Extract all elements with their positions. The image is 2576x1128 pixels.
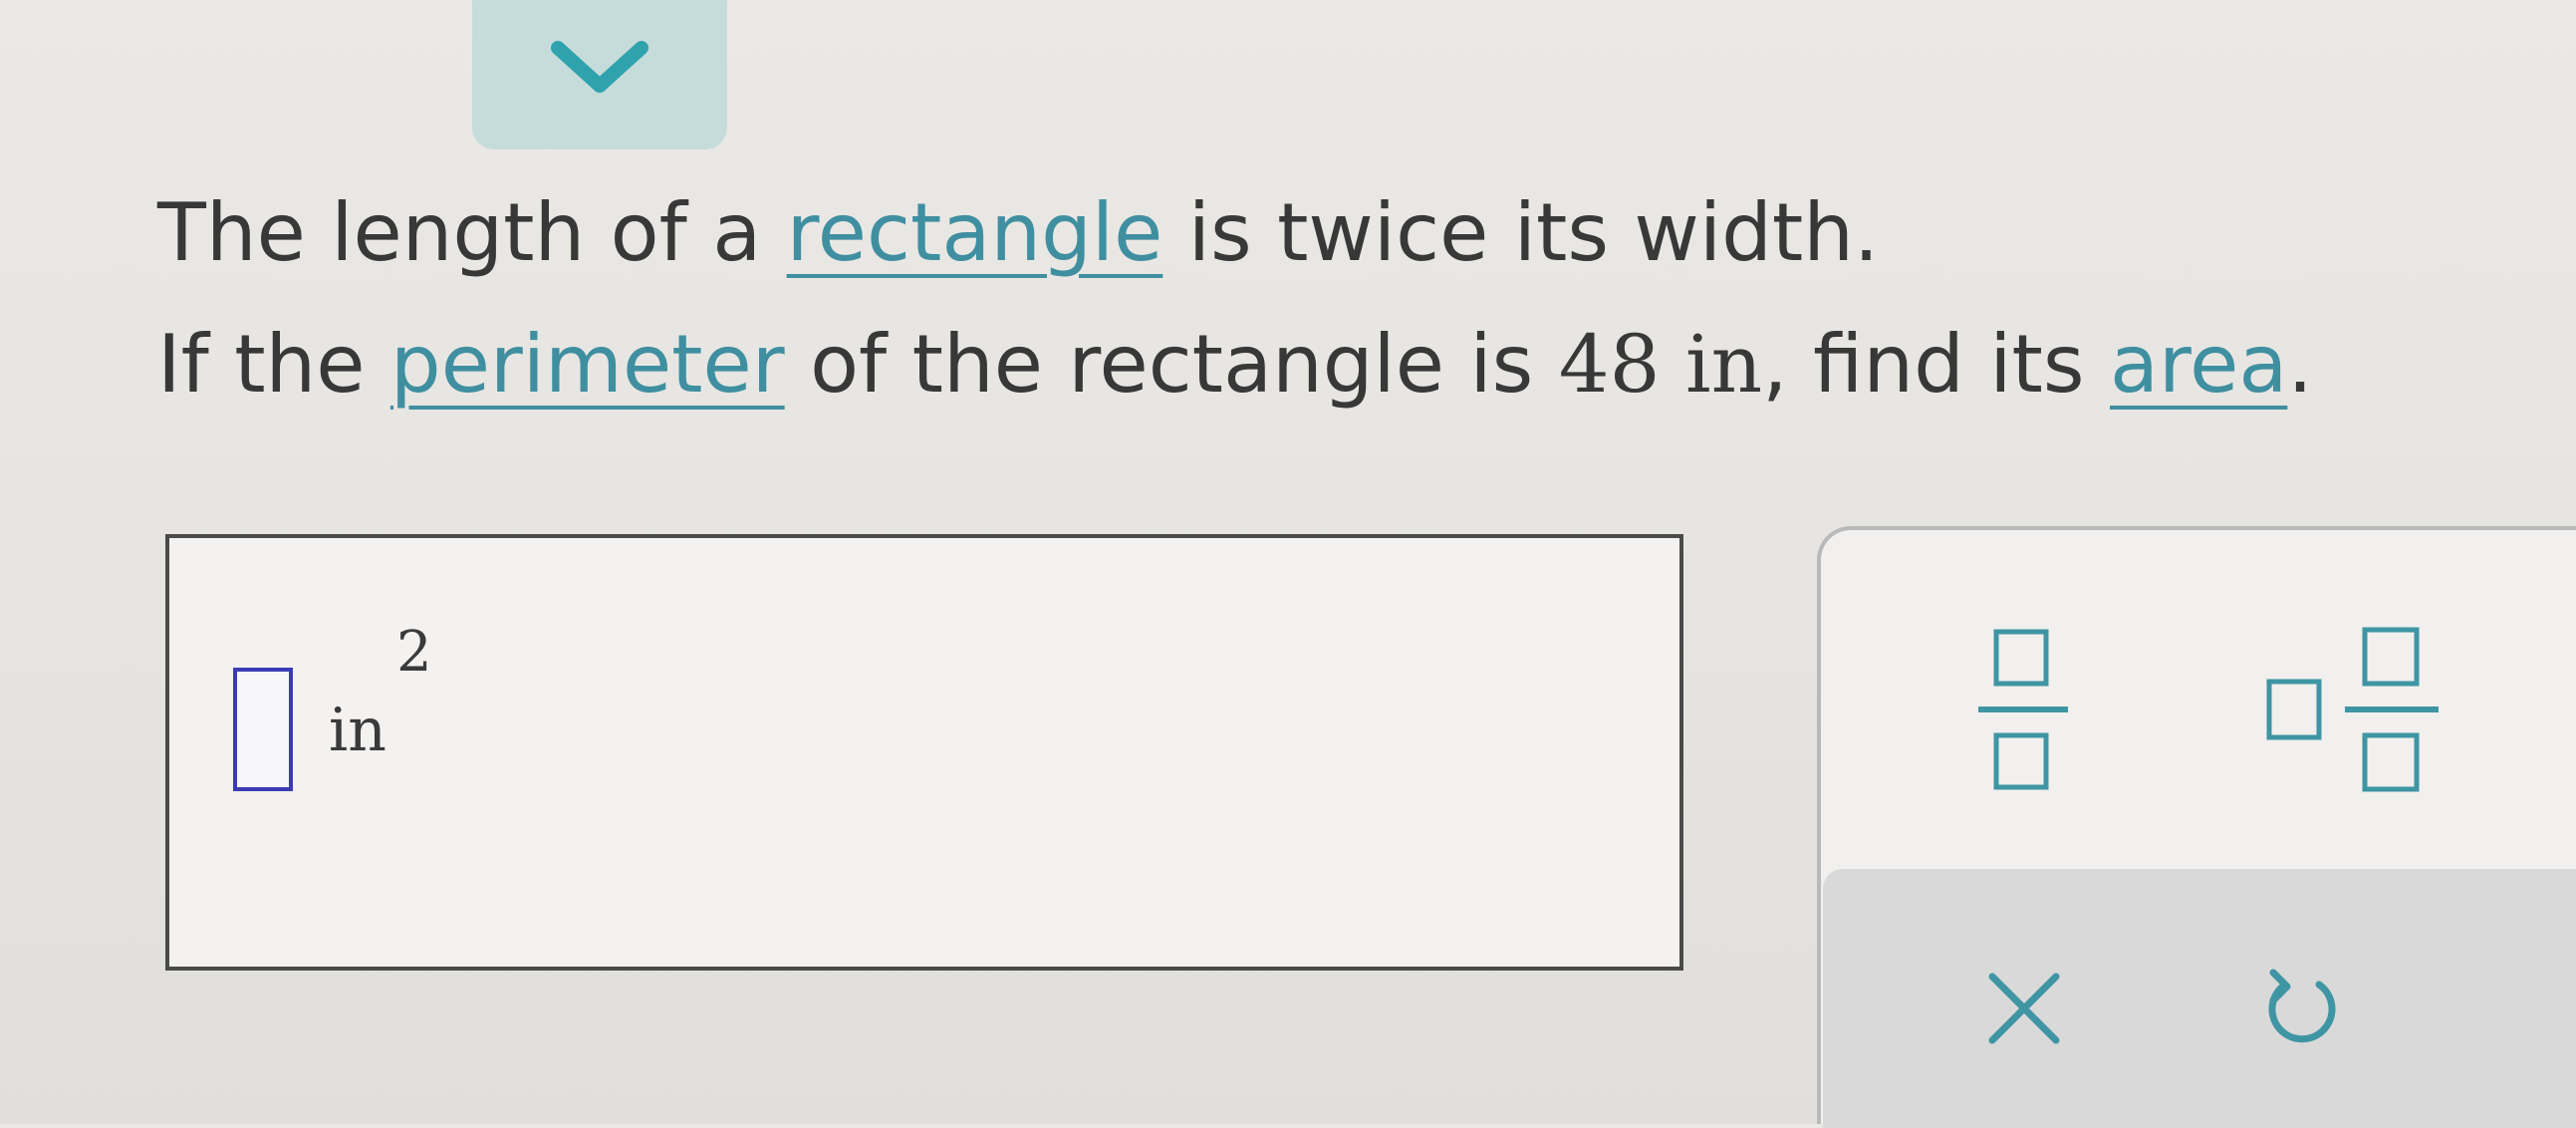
rectangle-term-link[interactable]: rectangle xyxy=(787,186,1163,279)
collapse-toggle-button[interactable] xyxy=(472,0,727,149)
question-text-segment: If the xyxy=(157,318,390,411)
question-text: The length of a rectangle is twice its w… xyxy=(157,167,2313,430)
area-term-link[interactable]: area xyxy=(2110,318,2287,411)
question-text-segment: . xyxy=(2287,318,2313,411)
fraction-icon xyxy=(1978,629,2068,790)
perimeter-value: 48 xyxy=(1558,318,1661,411)
answer-unit: in 2 xyxy=(329,620,432,765)
chevron-down-icon xyxy=(551,41,648,93)
question-text-segment: , find its xyxy=(1762,318,2110,411)
question-text-segment: of the rectangle is xyxy=(784,318,1559,411)
perimeter-term-link[interactable]: perimeter xyxy=(390,318,785,411)
question-line-1: The length of a rectangle is twice its w… xyxy=(157,167,2313,299)
answer-unit-base: in xyxy=(329,696,386,765)
mixed-number-icon xyxy=(2266,627,2439,792)
close-icon xyxy=(1988,973,2060,1044)
undo-button[interactable] xyxy=(2259,967,2345,1052)
undo-icon xyxy=(2268,969,2336,1043)
question-text-segment: is twice its width. xyxy=(1162,186,1880,279)
perimeter-unit: in xyxy=(1660,318,1763,411)
mixed-number-button[interactable] xyxy=(2263,620,2452,795)
question-line-2: If the perimeter of the rectangle is 48 … xyxy=(157,299,2313,430)
answer-input-slot[interactable] xyxy=(233,668,293,791)
answer-unit-exponent: 2 xyxy=(396,620,432,685)
clear-button[interactable] xyxy=(1984,969,2064,1048)
answer-input-box[interactable]: in 2 xyxy=(165,534,1683,971)
toolbar-action-row xyxy=(1823,869,2576,1128)
fraction-button[interactable] xyxy=(1970,626,2080,795)
question-text-segment: The length of a xyxy=(157,186,787,279)
math-toolbar xyxy=(1817,526,2576,1128)
